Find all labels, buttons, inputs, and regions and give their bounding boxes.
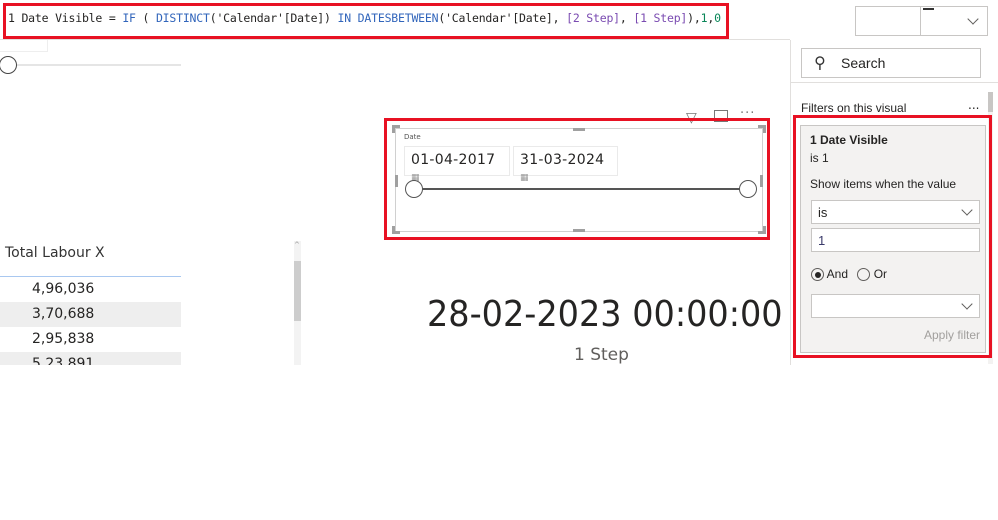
table-row: 4,96,036 [32, 281, 95, 297]
card-label: 1 Step [574, 345, 629, 365]
divider [790, 82, 998, 83]
search-icon: ⚲ [814, 53, 826, 72]
scrollbar-thumb[interactable] [988, 92, 993, 112]
cursor-mark [923, 8, 934, 10]
filter-search-input[interactable]: ⚲ Search [801, 48, 981, 78]
table-row: 3,70,688 [0, 302, 181, 327]
divider [856, 7, 921, 35]
table-scrollbar[interactable]: ^ [294, 241, 301, 365]
highlight-box-filter [793, 115, 992, 358]
slider-track[interactable] [0, 64, 181, 66]
visual-edge [0, 40, 48, 52]
scrollbar-thumb[interactable] [294, 261, 301, 321]
slider-knob[interactable] [0, 56, 17, 74]
table-row: 2,95,838 [32, 331, 95, 347]
scroll-up-icon[interactable]: ^ [294, 241, 300, 249]
chevron-down-icon [967, 13, 979, 25]
search-placeholder: Search [841, 55, 886, 71]
table-row: 5,23,891 [0, 352, 181, 365]
card-value: 28-02-2023 00:00:00 [427, 294, 783, 335]
section-title: Filters on this visual [801, 101, 907, 115]
column-header-total-labour[interactable]: Total Labour X [5, 245, 105, 261]
highlight-box-slicer [384, 118, 770, 240]
formula-expand-dropdown[interactable] [855, 6, 988, 36]
highlight-box-formula [3, 3, 729, 39]
more-options-icon[interactable]: ... [968, 98, 979, 112]
